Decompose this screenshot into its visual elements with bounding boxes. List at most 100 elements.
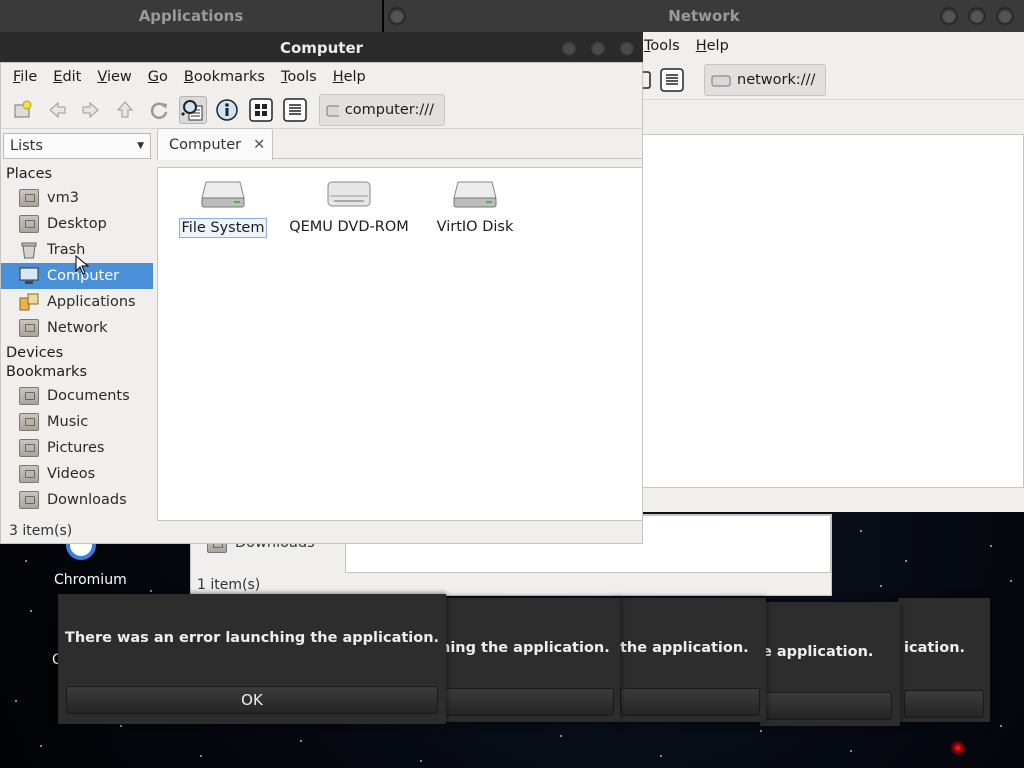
menu-tools[interactable]: Tools <box>640 38 688 54</box>
icon-view-button[interactable] <box>247 96 275 124</box>
section-header-places: Places <box>6 166 53 182</box>
sidebar-item-applications[interactable]: Applications <box>1 289 153 315</box>
sidebar-selector[interactable]: Lists ▼ <box>3 133 151 159</box>
error-dialog-4: e application. <box>760 602 900 726</box>
sidebar-item-label: Videos <box>47 466 96 482</box>
close-tab-icon[interactable]: ✕ <box>253 137 265 153</box>
videos-folder-icon <box>19 465 39 483</box>
close-button[interactable] <box>996 7 1014 25</box>
window-menu-button[interactable] <box>388 7 406 25</box>
sidebar-item-label: Applications <box>47 294 136 310</box>
section-header-bookmarks: Bookmarks <box>6 364 88 380</box>
location-text: computer:/// <box>344 101 434 118</box>
drive-item-qemu-dvd-rom[interactable]: QEMU DVD-ROM <box>284 178 414 236</box>
desktop-icon-label: Chromium <box>54 572 127 588</box>
menubar: File Edit View Go Bookmarks Tools Help <box>1 63 642 91</box>
sidebar-item-label: Music <box>47 414 89 430</box>
error-dialog: There was an error launching the applica… <box>58 594 446 724</box>
forward-arrow-icon <box>82 101 99 118</box>
new-window-icon <box>14 100 32 117</box>
reload-icon <box>150 102 168 119</box>
music-folder-icon <box>19 413 39 431</box>
menu-file[interactable]: File <box>5 69 45 85</box>
optical-drive-icon <box>327 181 371 207</box>
sidebar-item-music[interactable]: Music <box>1 409 153 435</box>
ok-button[interactable] <box>904 690 984 718</box>
location-button[interactable]: network:/// <box>704 63 827 96</box>
ok-button[interactable]: OK <box>66 686 438 714</box>
menu-view[interactable]: View <box>89 69 139 85</box>
close-button[interactable] <box>618 39 636 57</box>
back-button[interactable] <box>43 96 71 124</box>
maximize-button[interactable] <box>589 39 607 57</box>
network-toolbar: network:/// <box>640 60 1024 100</box>
menu-edit[interactable]: Edit <box>45 69 89 85</box>
error-dialog-5: ication. <box>898 598 990 722</box>
reload-button[interactable] <box>145 96 173 124</box>
list-view-button[interactable] <box>281 96 309 124</box>
ok-button[interactable] <box>620 688 760 716</box>
sidebar-item-label: Pictures <box>47 440 105 456</box>
forward-button[interactable] <box>77 96 105 124</box>
hard-drive-icon <box>201 181 245 208</box>
list-icon <box>283 97 307 122</box>
search-button[interactable] <box>179 95 207 124</box>
file-view[interactable]: File System QEMU DVD-ROM VirtIO Disk <box>157 167 643 521</box>
list-icon <box>660 67 684 92</box>
applications-icon <box>19 293 39 311</box>
sidebar-item-pictures[interactable]: Pictures <box>1 435 153 461</box>
pictures-folder-icon <box>19 439 39 457</box>
list-view-button[interactable] <box>658 66 686 94</box>
up-button[interactable] <box>111 96 139 124</box>
menu-go[interactable]: Go <box>140 69 176 85</box>
trash-icon <box>19 241 39 259</box>
sidebar-item-videos[interactable]: Videos <box>1 461 153 487</box>
network-content[interactable] <box>640 134 1024 488</box>
menu-tools[interactable]: Tools <box>273 69 325 85</box>
sidebar-item-documents[interactable]: Documents <box>1 383 153 409</box>
info-button[interactable] <box>213 96 241 124</box>
search-icon <box>181 99 203 120</box>
new-window-button[interactable] <box>9 96 37 124</box>
applications-titlebar[interactable]: Applications <box>0 0 382 32</box>
sidebar-item-network[interactable]: Network <box>1 315 153 341</box>
sidebar-item-downloads[interactable]: Downloads <box>1 487 153 513</box>
documents-folder-icon <box>19 387 39 405</box>
error-dialog-2: ning the application. <box>440 598 620 722</box>
sidebar-item-label: Documents <box>47 388 130 404</box>
dialog-message: e application. <box>762 644 874 660</box>
drive-item-file-system[interactable]: File System <box>158 178 288 238</box>
window-title: Applications <box>138 7 244 25</box>
menu-help[interactable]: Help <box>325 69 374 85</box>
error-dialog-3: the application. <box>616 598 766 722</box>
dialog-message: There was an error launching the applica… <box>64 630 440 646</box>
sidebar-item-desktop[interactable]: Desktop <box>1 211 153 237</box>
tab-label: Computer <box>169 136 242 153</box>
status-text: 3 item(s) <box>9 523 73 539</box>
drive-item-virtio-disk[interactable]: VirtIO Disk <box>410 178 540 236</box>
back-arrow-icon <box>49 101 66 118</box>
sidebar-item-vm3[interactable]: vm3 <box>1 185 153 211</box>
dialog-message: ning the application. <box>440 640 610 656</box>
menu-bookmarks[interactable]: Bookmarks <box>176 69 273 85</box>
toolbar: computer:/// <box>1 91 642 129</box>
info-icon <box>216 98 238 121</box>
location-button[interactable]: computer:/// <box>319 93 445 126</box>
hard-drive-icon <box>453 181 497 208</box>
status-text: 1 item(s) <box>197 577 261 593</box>
maximize-button[interactable] <box>968 7 986 25</box>
network-titlebar[interactable]: Network <box>384 0 1024 32</box>
ok-button[interactable] <box>764 692 892 720</box>
network-folder-icon <box>19 319 39 337</box>
computer-titlebar[interactable]: Computer <box>0 32 643 64</box>
sidebar-selector-value: Lists <box>10 138 43 154</box>
grid-icon <box>249 97 273 122</box>
red-star <box>950 740 966 756</box>
menu-help[interactable]: Help <box>688 38 737 54</box>
tab-computer[interactable]: Computer ✕ <box>157 128 273 160</box>
minimize-button[interactable] <box>560 39 578 57</box>
section-header-devices: Devices <box>6 345 64 361</box>
minimize-button[interactable] <box>940 7 958 25</box>
window-title: Computer <box>279 39 364 57</box>
ok-button[interactable] <box>444 688 614 716</box>
